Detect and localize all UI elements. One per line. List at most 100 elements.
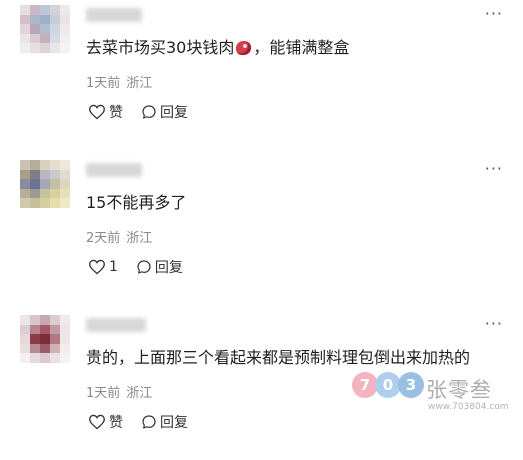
avatar-pixel xyxy=(50,315,60,325)
avatar-pixel xyxy=(50,33,60,44)
comment-text: 去菜市场买30块钱肉 ，能铺满整盒 xyxy=(86,34,349,58)
avatar-pixel xyxy=(40,43,50,53)
comment-time: 2天前 xyxy=(86,231,121,246)
avatar-pixel xyxy=(60,315,70,325)
avatar-pixel xyxy=(50,343,60,354)
avatar-pixel xyxy=(30,334,40,344)
site-watermark: 7 0 3 张零叁 www.703804.com xyxy=(352,372,522,420)
avatar-pixel xyxy=(20,353,30,363)
comment-actions: 1 回复 xyxy=(88,257,201,277)
username-blurred[interactable] xyxy=(86,163,142,177)
avatar-pixel xyxy=(40,5,50,15)
watermark-logo: 7 0 3 xyxy=(352,372,424,398)
avatar-pixel xyxy=(50,179,60,189)
comment-actions: 赞 回复 xyxy=(88,102,206,122)
reply-label: 回复 xyxy=(160,105,188,121)
avatar-pixel xyxy=(30,315,40,325)
avatar-pixel xyxy=(20,334,30,344)
avatar[interactable] xyxy=(20,315,70,363)
avatar-pixel xyxy=(50,14,60,25)
avatar-pixel xyxy=(60,14,70,25)
comment-item: ··· 去菜市场买30块钱肉 ，能铺满整盒 1天前 浙江 赞 回复 xyxy=(0,0,523,150)
avatar-pixel xyxy=(50,5,60,15)
avatar-pixel xyxy=(60,43,70,53)
reply-button[interactable]: 回复 xyxy=(141,102,188,122)
reply-label: 回复 xyxy=(160,415,188,431)
avatar-pixel xyxy=(60,198,70,208)
like-button[interactable]: 赞 xyxy=(88,102,123,122)
watermark-logo-glyph: 3 xyxy=(398,372,424,398)
avatar-pixel xyxy=(20,33,30,44)
avatar-pixel xyxy=(40,188,50,199)
heart-icon xyxy=(89,104,105,120)
avatar-pixel xyxy=(30,5,40,15)
avatar-pixel xyxy=(60,24,70,34)
like-button[interactable]: 1 xyxy=(88,259,118,275)
avatar-pixel xyxy=(40,160,50,170)
meat-emoji-icon xyxy=(236,41,252,55)
avatar-pixel xyxy=(40,33,50,44)
avatar-pixel xyxy=(20,343,30,354)
avatar-pixel xyxy=(60,33,70,44)
avatar-pixel xyxy=(30,14,40,25)
avatar-pixel xyxy=(50,188,60,199)
avatar-pixel xyxy=(50,334,60,344)
avatar-pixel xyxy=(50,43,60,53)
heart-icon xyxy=(89,414,105,430)
avatar-pixel xyxy=(20,24,30,34)
avatar[interactable] xyxy=(20,5,70,53)
avatar-pixel xyxy=(40,179,50,189)
comment-meta: 2天前 浙江 xyxy=(86,227,152,246)
comment-bubble-icon xyxy=(142,105,156,119)
comment-item: ··· 15不能再多了 2天前 浙江 1 回复 xyxy=(0,155,523,305)
like-button[interactable]: 赞 xyxy=(88,412,123,432)
avatar-pixel xyxy=(20,179,30,189)
comment-actions: 赞 回复 xyxy=(88,412,206,432)
avatar-pixel xyxy=(40,315,50,325)
like-count: 1 xyxy=(109,259,118,275)
avatar-pixel xyxy=(50,198,60,208)
avatar-pixel xyxy=(20,188,30,199)
reply-button[interactable]: 回复 xyxy=(141,412,188,432)
username-blurred[interactable] xyxy=(86,318,146,332)
avatar-pixel xyxy=(60,179,70,189)
reply-button[interactable]: 回复 xyxy=(136,257,183,277)
avatar-pixel xyxy=(40,324,50,335)
watermark-name: 张零叁 xyxy=(426,378,492,402)
comment-text-part: 去菜市场买30块钱肉 xyxy=(86,38,235,57)
avatar-pixel xyxy=(40,169,50,180)
avatar-pixel xyxy=(20,169,30,180)
more-options-button[interactable]: ··· xyxy=(485,159,503,178)
avatar-pixel xyxy=(20,160,30,170)
avatar-pixel xyxy=(40,198,50,208)
avatar-pixel xyxy=(20,324,30,335)
avatar[interactable] xyxy=(20,160,70,208)
avatar-pixel xyxy=(50,160,60,170)
comment-text: 15不能再多了 xyxy=(86,193,187,212)
avatar-pixel xyxy=(50,24,60,34)
avatar-pixel xyxy=(20,315,30,325)
comment-location: 浙江 xyxy=(126,76,153,91)
avatar-pixel xyxy=(60,324,70,335)
comment-time: 1天前 xyxy=(86,76,121,91)
avatar-pixel xyxy=(60,160,70,170)
avatar-pixel xyxy=(60,343,70,354)
avatar-pixel xyxy=(50,353,60,363)
more-options-button[interactable]: ··· xyxy=(485,314,503,333)
avatar-pixel xyxy=(30,198,40,208)
like-label: 赞 xyxy=(109,415,123,431)
more-options-button[interactable]: ··· xyxy=(485,4,503,23)
comment-time: 1天前 xyxy=(86,386,121,401)
reply-label: 回复 xyxy=(154,260,183,276)
avatar-pixel xyxy=(30,343,40,354)
avatar-pixel xyxy=(40,14,50,25)
avatar-pixel xyxy=(60,5,70,15)
avatar-pixel xyxy=(30,43,40,53)
comment-text: 贵的，上面那三个看起来都是预制料理包倒出来加热的 xyxy=(86,348,471,367)
avatar-pixel xyxy=(20,198,30,208)
avatar-pixel xyxy=(40,334,50,344)
heart-icon xyxy=(89,259,105,275)
username-blurred[interactable] xyxy=(86,8,142,22)
avatar-pixel xyxy=(30,33,40,44)
avatar-pixel xyxy=(20,5,30,15)
